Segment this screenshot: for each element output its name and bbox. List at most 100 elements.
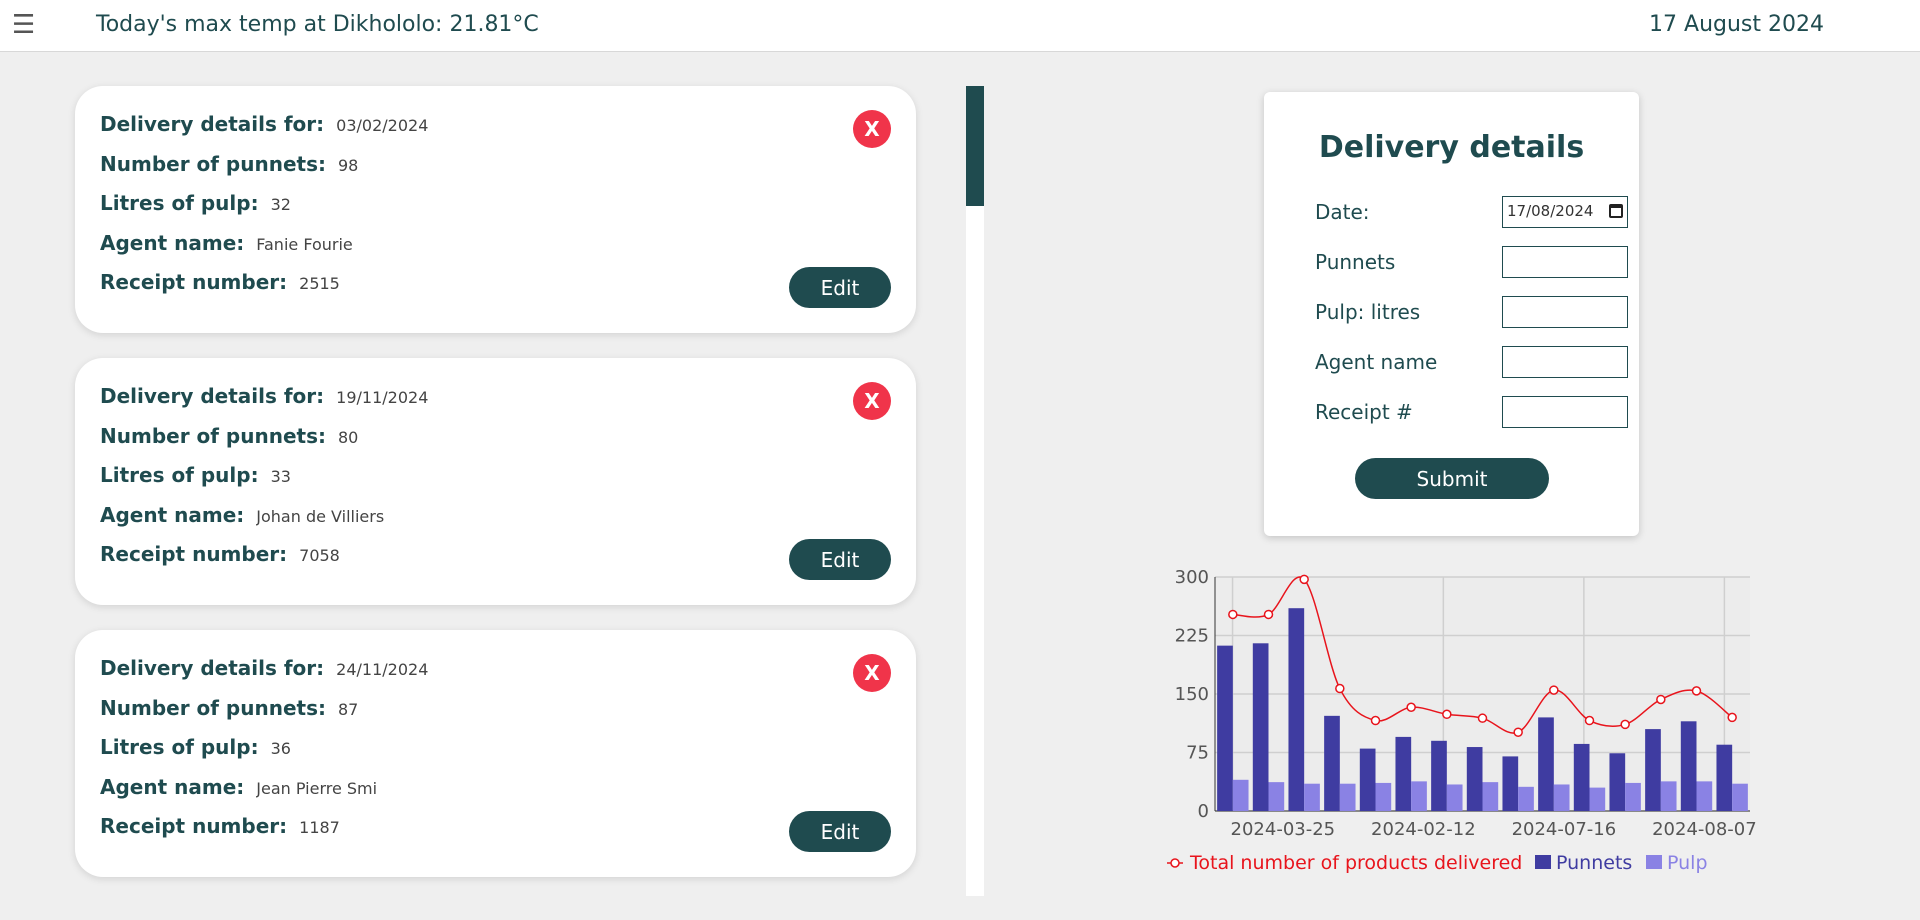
form-title: Delivery details bbox=[1318, 130, 1585, 165]
total-point bbox=[1442, 709, 1452, 720]
pulp-value: 36 bbox=[270, 739, 291, 758]
legend-line-marker-dot bbox=[1170, 858, 1180, 868]
edit-button[interactable]: Edit bbox=[789, 539, 891, 580]
y-tick-label: 300 bbox=[1175, 567, 1209, 588]
date-input[interactable]: 17/08/2024 bbox=[1502, 196, 1628, 228]
y-tick-label: 225 bbox=[1175, 626, 1209, 647]
delivery-date-value: 03/02/2024 bbox=[336, 116, 429, 135]
date-row: Date: 17/08/2024 bbox=[1315, 196, 1628, 228]
delivery-card: Delivery details for: 03/02/2024 Number … bbox=[75, 86, 916, 333]
receipt-input[interactable] bbox=[1502, 396, 1628, 428]
legend-punnets-label: Punnets bbox=[1556, 852, 1632, 874]
delivery-list: Delivery details for: 03/02/2024 Number … bbox=[0, 52, 930, 920]
punnets-bar bbox=[1573, 743, 1590, 811]
current-date: 17 August 2024 bbox=[1649, 12, 1824, 37]
pulp-bar bbox=[1482, 782, 1499, 811]
punnets-label: Number of punnets: bbox=[100, 152, 326, 176]
calendar-icon[interactable] bbox=[1609, 204, 1623, 218]
delivery-date-label: Delivery details for: bbox=[100, 112, 325, 136]
receipt-row: Receipt number: 7058 bbox=[100, 542, 340, 566]
punnets-bar bbox=[1252, 643, 1269, 811]
delete-button[interactable]: X bbox=[853, 382, 891, 420]
receipt-row: Receipt number: 1187 bbox=[100, 814, 340, 838]
delivery-card: Delivery details for: 19/11/2024 Number … bbox=[75, 358, 916, 605]
scrollbar-thumb[interactable] bbox=[966, 86, 984, 206]
delivery-date-label: Delivery details for: bbox=[100, 656, 325, 680]
delivery-form: Delivery details Date: 17/08/2024 Punnet… bbox=[1264, 92, 1639, 536]
receipt-label: Receipt number: bbox=[100, 814, 288, 838]
edit-button[interactable]: Edit bbox=[789, 811, 891, 852]
total-point bbox=[1513, 727, 1523, 737]
x-tick-label: 2024-08-07 bbox=[1652, 819, 1757, 840]
agent-value: Jean Pierre Smi bbox=[256, 779, 378, 798]
pulp-row: Litres of pulp: 36 bbox=[100, 735, 291, 759]
y-tick-label: 150 bbox=[1175, 684, 1209, 705]
date-input-value: 17/08/2024 bbox=[1507, 202, 1594, 220]
legend-total-label: Total number of products delivered bbox=[1189, 852, 1522, 874]
total-point bbox=[1584, 715, 1595, 726]
deliveries-chart: 0 75 150 225 300 2024-03-25 2024-02-12 2024-07-… bbox=[1167, 567, 1757, 874]
total-point bbox=[1656, 694, 1666, 705]
delete-button[interactable]: X bbox=[853, 654, 891, 692]
punnets-value: 80 bbox=[338, 428, 359, 447]
receipt-row: Receipt number: 2515 bbox=[100, 270, 340, 294]
edit-button[interactable]: Edit bbox=[789, 267, 891, 308]
delete-button[interactable]: X bbox=[853, 110, 891, 148]
date-label: Date: bbox=[1315, 200, 1370, 224]
punnets-bar bbox=[1609, 753, 1626, 811]
x-tick-label: 2024-02-12 bbox=[1371, 819, 1476, 840]
legend-pulp-label: Pulp bbox=[1667, 852, 1708, 874]
list-scrollbar[interactable] bbox=[966, 86, 984, 896]
pulp-input[interactable] bbox=[1502, 296, 1628, 328]
submit-button[interactable]: Submit bbox=[1355, 458, 1549, 499]
total-point bbox=[1406, 702, 1416, 713]
agent-label: Agent name bbox=[1315, 350, 1438, 374]
punnets-row: Number of punnets: 80 bbox=[100, 424, 358, 448]
pulp-row: Litres of pulp: 32 bbox=[100, 191, 291, 215]
pulp-bar bbox=[1411, 781, 1427, 811]
y-tick-label: 0 bbox=[1198, 801, 1209, 822]
agent-input[interactable] bbox=[1502, 346, 1628, 378]
punnets-label: Number of punnets: bbox=[100, 696, 326, 720]
delivery-date-row: Delivery details for: 19/11/2024 bbox=[100, 384, 428, 408]
punnets-row: Number of punnets: 87 bbox=[100, 696, 358, 720]
total-point bbox=[1228, 609, 1238, 620]
punnets-label: Punnets bbox=[1315, 250, 1396, 274]
pulp-label: Litres of pulp: bbox=[100, 735, 259, 759]
delivery-date-row: Delivery details for: 24/11/2024 bbox=[100, 656, 428, 680]
delivery-date-row: Delivery details for: 03/02/2024 bbox=[100, 112, 428, 136]
top-bar: ☰ Today's max temp at Dikhololo: 21.81°C… bbox=[0, 0, 1920, 52]
punnets-bar bbox=[1324, 715, 1340, 811]
pulp-value: 32 bbox=[270, 195, 291, 214]
punnets-bar bbox=[1288, 608, 1305, 811]
punnets-row: Number of punnets: 98 bbox=[100, 152, 358, 176]
punnets-value: 98 bbox=[338, 156, 359, 175]
pulp-bar bbox=[1304, 783, 1320, 811]
legend-punnets-swatch bbox=[1535, 855, 1551, 869]
punnets-bar bbox=[1217, 645, 1233, 811]
punnets-bar bbox=[1716, 744, 1733, 811]
total-point bbox=[1263, 609, 1274, 620]
receipt-value: 7058 bbox=[299, 546, 340, 565]
pulp-bar bbox=[1339, 783, 1356, 811]
total-point bbox=[1691, 686, 1702, 696]
punnets-input[interactable] bbox=[1502, 246, 1628, 278]
agent-value: Johan de Villiers bbox=[256, 507, 385, 526]
agent-label: Agent name: bbox=[100, 775, 245, 799]
agent-value: Fanie Fourie bbox=[256, 235, 353, 254]
agent-label: Agent name: bbox=[100, 231, 245, 255]
legend-pulp-swatch bbox=[1646, 855, 1662, 869]
pulp-bar bbox=[1553, 784, 1570, 811]
pulp-bar bbox=[1375, 782, 1392, 811]
punnets-bar bbox=[1431, 740, 1447, 811]
hamburger-icon[interactable]: ☰ bbox=[12, 10, 35, 40]
pulp-bar bbox=[1625, 782, 1641, 811]
receipt-label: Receipt # bbox=[1315, 400, 1413, 424]
x-tick-label: 2024-03-25 bbox=[1231, 819, 1336, 840]
delivery-date-value: 19/11/2024 bbox=[336, 388, 429, 407]
agent-row: Agent name: Jean Pierre Smi bbox=[100, 775, 377, 799]
pulp-label: Pulp: litres bbox=[1315, 300, 1421, 324]
total-point bbox=[1620, 719, 1630, 730]
pulp-label: Litres of pulp: bbox=[100, 191, 259, 215]
punnets-bar bbox=[1680, 721, 1697, 811]
